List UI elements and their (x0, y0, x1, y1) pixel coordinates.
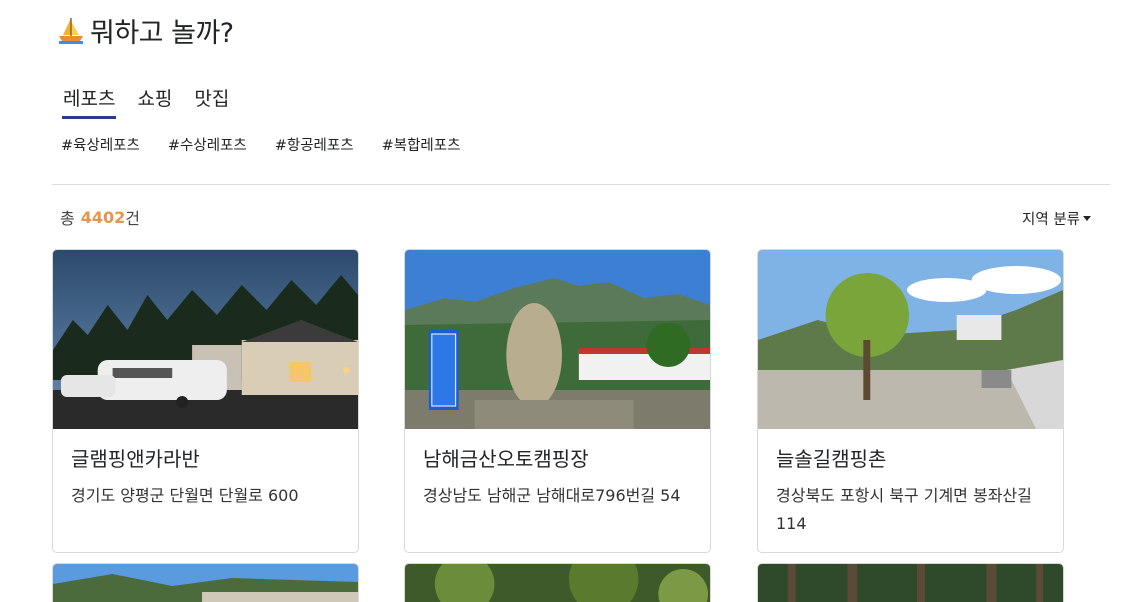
count-number: 4402 (80, 207, 126, 227)
card-address: 경상북도 포항시 북구 기계면 봉좌산길 114 (776, 486, 1032, 533)
page: 뭐하고 놀까? 레포츠 쇼핑 맛집 #육상레포츠 #수상레포츠 #항공레포츠 #… (0, 0, 1145, 602)
count-suffix: 건 (125, 209, 140, 228)
category-tabs: 레포츠 쇼핑 맛집 (62, 84, 250, 119)
sailboat-icon (59, 18, 83, 44)
place-card[interactable]: 남해금산오토캠핑장 경상남도 남해군 남해대로796번길 54 (404, 249, 711, 553)
card-address: 경상남도 남해군 남해대로796번길 54 (423, 486, 681, 505)
card-image-glamping (53, 250, 358, 429)
header: 뭐하고 놀까? (56, 10, 234, 50)
tab-leports[interactable]: 레포츠 (62, 84, 117, 119)
card-image (405, 564, 710, 602)
hashtag-water-leports[interactable]: #수상레포츠 (168, 134, 247, 155)
region-filter-label: 지역 분류 (1022, 212, 1080, 228)
card-body: 글램핑앤카라반 경기도 양평군 단월면 단월로 600 (53, 429, 358, 510)
tab-shopping[interactable]: 쇼핑 (136, 84, 173, 117)
card-body: 늘솔길캠핑촌 경상북도 포항시 북구 기계면 봉좌산길 114 (758, 429, 1063, 538)
hashtag-air-leports[interactable]: #항공레포츠 (275, 134, 354, 155)
place-card[interactable] (52, 563, 359, 602)
card-image (53, 564, 358, 602)
region-filter-dropdown[interactable]: 지역 분류 (1022, 208, 1091, 229)
place-card[interactable]: 글램핑앤카라반 경기도 양평군 단월면 단월로 600 (52, 249, 359, 553)
hashtag-complex-leports[interactable]: #복합레포츠 (382, 134, 461, 155)
tab-restaurants[interactable]: 맛집 (193, 84, 230, 117)
card-title: 남해금산오토캠핑장 (423, 447, 589, 471)
card-image-campsite (758, 250, 1063, 429)
app-title: 뭐하고 놀까? (90, 17, 234, 49)
place-card[interactable] (757, 563, 1064, 602)
result-count: 총 4402 건 (60, 205, 140, 229)
count-prefix: 총 (60, 209, 75, 228)
place-card[interactable] (404, 563, 711, 602)
card-body: 남해금산오토캠핑장 경상남도 남해군 남해대로796번길 54 (405, 429, 710, 510)
hashtag-list: #육상레포츠 #수상레포츠 #항공레포츠 #복합레포츠 (61, 134, 488, 155)
divider (52, 184, 1110, 185)
card-title: 글램핑앤카라반 (71, 447, 200, 471)
card-address: 경기도 양평군 단월면 단월로 600 (71, 486, 299, 505)
card-image (758, 564, 1063, 602)
caret-down-icon (1083, 216, 1091, 221)
card-image-camping (405, 250, 710, 429)
place-card[interactable]: 늘솔길캠핑촌 경상북도 포항시 북구 기계면 봉좌산길 114 (757, 249, 1064, 553)
card-title: 늘솔길캠핑촌 (776, 447, 887, 471)
hashtag-land-leports[interactable]: #육상레포츠 (61, 134, 140, 155)
